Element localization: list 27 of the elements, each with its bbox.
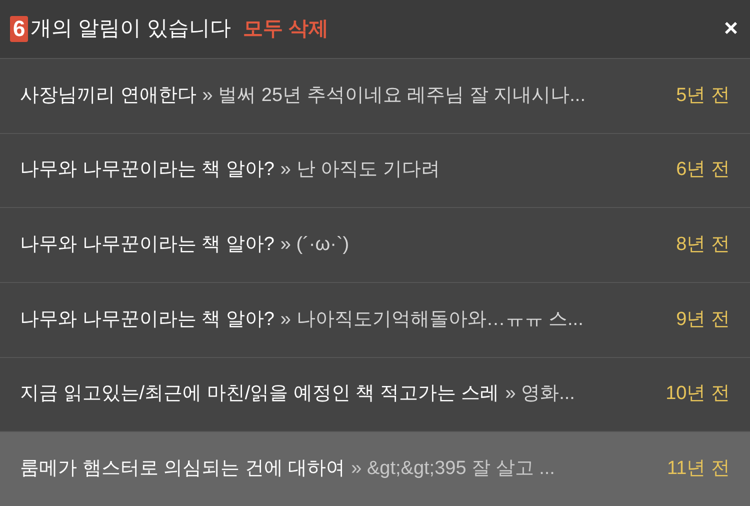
notification-time: 8년 전 bbox=[676, 232, 730, 257]
notification-snippet: » 나아직도기억해돌아와…ㅠㅠ 스... bbox=[280, 308, 584, 332]
notification-time: 9년 전 bbox=[676, 308, 730, 332]
notification-row[interactable]: 룸메가 햄스터로 의심되는 건에 대하여 » &gt;&gt;395 잘 살고 ... 11년 전 bbox=[0, 431, 750, 506]
notification-title: 룸메가 햄스터로 의심되는 건에 대하여 bbox=[20, 456, 346, 481]
notification-time: 11년 전 bbox=[666, 456, 730, 481]
notification-snippet: » 영화... bbox=[505, 382, 575, 406]
notification-time: 5년 전 bbox=[676, 84, 730, 108]
notification-time: 6년 전 bbox=[676, 158, 730, 182]
notification-title: 사장님끼리 연애한다 bbox=[20, 84, 196, 108]
notification-time: 10년 전 bbox=[666, 382, 730, 406]
notification-row[interactable]: 나무와 나무꾼이라는 책 알아? » 나아직도기억해돌아와…ㅠㅠ 스... 9년 전 bbox=[0, 282, 750, 357]
notification-row[interactable]: 사장님끼리 연애한다 » 벌써 25년 추석이네요 레주님 잘 지내시나... 5년 전 bbox=[0, 58, 750, 133]
notification-snippet: » &gt;&gt;395 잘 살고 ... bbox=[351, 456, 555, 481]
notification-count-text: 개의 알림이 있습니다 bbox=[30, 16, 231, 42]
count-badge: 6 bbox=[10, 16, 28, 42]
close-button[interactable]: × bbox=[724, 17, 738, 41]
notification-row[interactable]: 지금 읽고있는/최근에 마친/읽을 예정인 책 적고가는 스레 » 영화... 10년 전 bbox=[0, 356, 750, 432]
notification-row[interactable]: 나무와 나무꾼이라는 책 알아? » (´·ω·`) 8년 전 bbox=[0, 207, 750, 282]
notification-title: 나무와 나무꾼이라는 책 알아? bbox=[20, 308, 274, 332]
notification-title: 나무와 나무꾼이라는 책 알아? bbox=[20, 232, 274, 257]
notification-title: 나무와 나무꾼이라는 책 알아? bbox=[20, 158, 274, 182]
notification-snippet: » 난 아직도 기다려 bbox=[280, 158, 440, 182]
notification-snippet: » (´·ω·`) bbox=[280, 232, 350, 257]
notification-title: 지금 읽고있는/최근에 마친/읽을 예정인 책 적고가는 스레 bbox=[20, 382, 500, 406]
notification-snippet: » 벌써 25년 추석이네요 레주님 잘 지내시나... bbox=[202, 84, 586, 108]
notification-row[interactable]: 나무와 나무꾼이라는 책 알아? » 난 아직도 기다려 6년 전 bbox=[0, 132, 750, 208]
